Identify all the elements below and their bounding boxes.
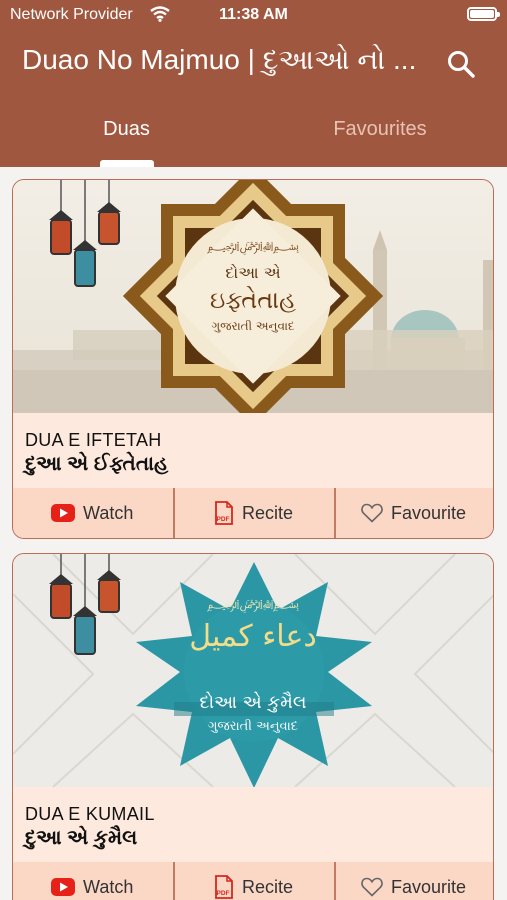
dua-title-area[interactable]: DUA E IFTETAH દુઆ એ ઈફ્તેતાહ — [13, 413, 493, 488]
youtube-icon — [51, 504, 75, 522]
search-icon[interactable] — [446, 48, 476, 80]
pdf-icon: PDF — [215, 875, 233, 899]
svg-text:PDF: PDF — [217, 890, 230, 897]
recite-label: Recite — [242, 877, 294, 897]
banner-line1: દોઆ એ — [225, 263, 280, 282]
recite-label: Recite — [242, 503, 294, 523]
tab-duas[interactable]: Duas — [0, 118, 253, 141]
svg-text:PDF: PDF — [217, 516, 230, 523]
favourite-label: Favourite — [391, 503, 467, 523]
page-title: Duao No Majmuo | દુઆઓ નો ... — [22, 44, 417, 75]
dua-title-english: DUA E IFTETAH — [25, 430, 162, 450]
app-header: Network Provider 11:38 AM Duao No Majmuo… — [0, 0, 507, 167]
dua-title-english: DUA E KUMAIL — [25, 804, 155, 824]
recite-button[interactable]: PDF Recite — [174, 488, 334, 538]
pdf-icon: PDF — [215, 501, 233, 525]
banner-line2: ગુજરાતી અનુવાદ — [208, 718, 298, 734]
dua-card[interactable]: ﷽ દોઆ એ ઇફ્તેતાહ ગુજરાતી અનુવાદ DUA E IF… — [12, 179, 494, 539]
youtube-icon — [51, 878, 75, 896]
watch-label: Watch — [83, 503, 134, 523]
tab-indicator — [100, 160, 154, 167]
dua-card[interactable]: ﷽ دعاء كميل દોઆ એ કુમૈલ ગુજરાતી અનુવાદ D… — [12, 553, 494, 900]
dua-iftetah-banner[interactable]: ﷽ દોઆ એ ઇફ્તેતાહ ગુજરાતી અનુવાદ — [13, 180, 494, 413]
dua-kumail-banner[interactable]: ﷽ دعاء كميل દોઆ એ કુમૈલ ગુજરાતી અનુવાદ — [13, 554, 494, 787]
banner-line3: ગુજરાતી અનુવાદ — [211, 319, 294, 333]
heart-icon — [361, 877, 383, 897]
favourite-label: Favourite — [391, 877, 467, 897]
dua-list[interactable]: ﷽ દોઆ એ ઇફ્તેતાહ ગુજરાતી અનુવાદ DUA E IF… — [0, 167, 507, 900]
status-bar: Network Provider 11:38 AM — [0, 0, 507, 30]
banner-line1: દોઆ એ કુમૈલ — [200, 691, 307, 713]
dua-title-gujarati: દુઆ એ કુમૈલ — [25, 827, 138, 849]
card-actions: Watch PDF Recite Favourite — [13, 488, 493, 538]
svg-text:دعاء كميل: دعاء كميل — [189, 619, 316, 654]
tab-favourites[interactable]: Favourites — [253, 118, 507, 141]
dua-title-gujarati: દુઆ એ ઈફ્તેતાહ — [25, 453, 169, 475]
banner-line2: ઇફ્તેતાહ — [210, 286, 296, 314]
favourite-button[interactable]: Favourite — [335, 862, 493, 900]
clock: 11:38 AM — [219, 6, 288, 23]
card-actions: Watch PDF Recite Favourite — [13, 862, 493, 900]
watch-button[interactable]: Watch — [13, 488, 173, 538]
battery-icon — [467, 7, 500, 21]
svg-text:﷽: ﷽ — [207, 597, 299, 613]
svg-text:﷽: ﷽ — [207, 239, 299, 255]
watch-label: Watch — [83, 877, 134, 897]
heart-icon — [361, 503, 383, 523]
favourite-button[interactable]: Favourite — [335, 488, 493, 538]
watch-button[interactable]: Watch — [13, 862, 173, 900]
recite-button[interactable]: PDF Recite — [174, 862, 334, 900]
dua-title-area[interactable]: DUA E KUMAIL દુઆ એ કુમૈલ — [13, 787, 493, 862]
